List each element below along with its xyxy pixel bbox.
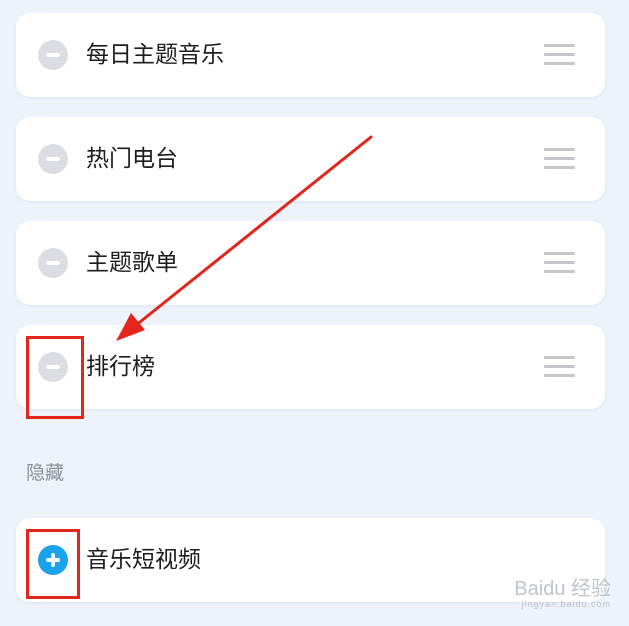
screen: { "items": [ {"label": "每日主题音乐"}, {"labe…	[0, 0, 629, 626]
highlight-box-add	[26, 529, 80, 599]
annotation-arrow	[116, 135, 373, 341]
watermark: Baidu 经验 jingyan.baidu.com	[514, 579, 611, 610]
watermark-subtext: jingyan.baidu.com	[521, 599, 611, 609]
watermark-text: Baidu 经验	[514, 578, 611, 600]
highlight-box-remove	[26, 336, 84, 419]
